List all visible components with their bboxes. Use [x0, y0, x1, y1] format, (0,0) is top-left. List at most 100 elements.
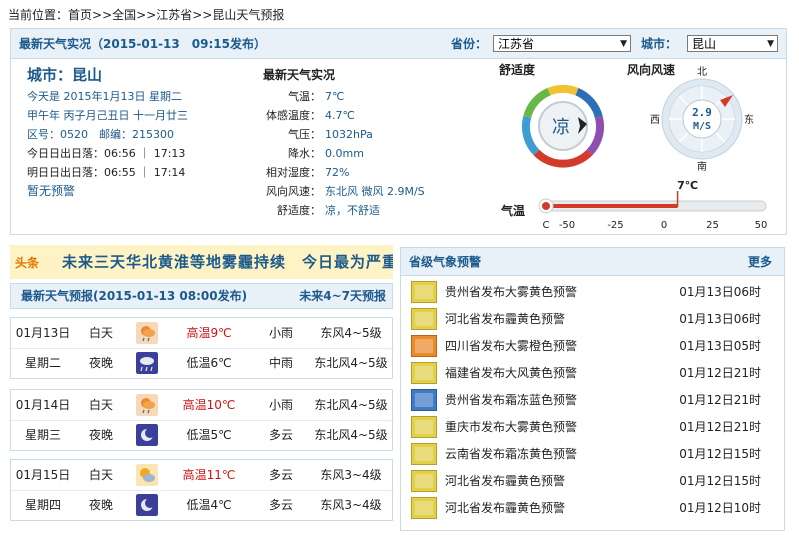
warning-signal-icon	[411, 389, 437, 411]
forecast-high-temp: 高温10℃	[182, 398, 236, 412]
headline-banner[interactable]: 头条 未来三天华北黄淮等地雾霾持续 今日最为严重	[10, 245, 393, 279]
warning-time: 01月12日10时	[679, 501, 761, 515]
temp-gauge-tick-label: 0	[661, 220, 667, 231]
forecast-day-row: 01月13日 白天 高温9℃ 小雨 东风4~5级	[11, 318, 392, 349]
cloudy-night-icon	[136, 494, 158, 516]
warning-text[interactable]: 河北省发布霾黄色预警	[445, 306, 565, 333]
warning-text[interactable]: 重庆市发布大雾黄色预警	[445, 414, 577, 441]
warning-time: 01月13日06时	[679, 285, 761, 299]
breadcrumb-home[interactable]: 首页	[68, 8, 92, 22]
breadcrumb-current: 昆山天气预报	[212, 8, 285, 22]
temp-gauge-label: 气温	[501, 204, 526, 218]
tomorrow-sunrise-sunset: 明日日出日落：06:55 ｜ 17:14	[27, 166, 186, 179]
warning-item[interactable]: 河北省发布霾黄色预警 01月12日10时	[409, 495, 777, 522]
forecast-weather: 小雨	[268, 398, 293, 412]
warning-signal-icon	[411, 470, 437, 492]
forecast-weather: 多云	[268, 468, 293, 482]
forecast-low-temp: 低温6℃	[186, 356, 232, 370]
warning-text[interactable]: 贵州省发布大雾黄色预警	[445, 279, 577, 306]
forecast-icon-cell	[127, 420, 167, 450]
wind-speed-unit: M/S	[693, 121, 711, 132]
warning-signal-icon	[411, 416, 437, 438]
compass-north: 北	[697, 66, 707, 78]
warning-item[interactable]: 贵州省发布大雾黄色预警 01月13日06时	[409, 279, 777, 306]
moderate-rain-icon	[136, 352, 158, 374]
current-weather-panel: 最新天气实况（2015-01-13 09:15发布） 省份： 江苏省 ▼ 城市：…	[10, 28, 787, 235]
temp-gauge-tick-label: 25	[706, 220, 719, 231]
province-select-value: 江苏省	[498, 37, 535, 51]
forecast-high-temp: 高温9℃	[186, 326, 232, 340]
warning-item[interactable]: 福建省发布大风黄色预警 01月12日21时	[409, 360, 777, 387]
forecast-4-7-day-link[interactable]: 未来4~7天预报	[299, 284, 386, 308]
no-warning-link[interactable]: 暂无预警	[27, 182, 267, 201]
forecast-weather: 多云	[268, 428, 293, 442]
forecast-icon-cell	[127, 348, 167, 378]
warning-signal-icon	[411, 443, 437, 465]
warning-text[interactable]: 四川省发布大雾橙色预警	[445, 333, 577, 360]
forecast-weather: 中雨	[268, 356, 293, 370]
breadcrumb-sep: >>	[136, 8, 157, 22]
warning-text[interactable]: 河北省发布霾黄色预警	[445, 468, 565, 495]
cloudy-night-icon	[136, 424, 158, 446]
warning-text[interactable]: 贵州省发布霜冻蓝色预警	[445, 387, 577, 414]
forecast-time-of-day: 白天	[88, 398, 113, 412]
forecast-day: 01月13日 白天 高温9℃ 小雨 东风4~5级 星期二 夜晚 低温6℃ 中雨 …	[10, 317, 393, 379]
forecast-wind: 东北风4~5级	[314, 428, 388, 442]
forecast-icon-cell	[127, 490, 167, 520]
warnings-title: 省级气象预警	[409, 255, 482, 269]
city-label: 城市：	[641, 37, 678, 51]
forecast-time-of-day: 夜晚	[88, 356, 113, 370]
temp-gauge-value-label: 7℃	[677, 179, 698, 192]
warning-text[interactable]: 河北省发布霾黄色预警	[445, 495, 565, 522]
warning-item[interactable]: 河北省发布霾黄色预警 01月13日06时	[409, 306, 777, 333]
temp-gauge-tick-label: -50	[559, 220, 575, 231]
breadcrumb: 当前位置：首页>>全国>>江苏省>>昆山天气预报	[8, 6, 284, 23]
warning-signal-icon	[411, 335, 437, 357]
breadcrumb-country[interactable]: 全国	[112, 8, 136, 22]
observation-key: 降水：	[288, 147, 321, 160]
warning-item[interactable]: 重庆市发布大雾黄色预警 01月12日21时	[409, 414, 777, 441]
forecast-icon-cell	[127, 390, 167, 420]
warning-time: 01月13日06时	[679, 312, 761, 326]
warning-item[interactable]: 贵州省发布霜冻蓝色预警 01月12日21时	[409, 387, 777, 414]
dropdown-arrow-icon: ▼	[620, 39, 627, 49]
breadcrumb-province[interactable]: 江苏省	[156, 8, 192, 22]
city-select[interactable]: 昆山 ▼	[687, 35, 778, 52]
forecast-time-of-day: 夜晚	[88, 428, 113, 442]
forecast-night-row: 星期二 夜晚 低温6℃ 中雨 东北风4~5级	[11, 348, 392, 378]
forecast-low-temp: 低温4℃	[186, 498, 232, 512]
observation-key: 气压：	[288, 128, 321, 141]
forecast-weekday: 星期四	[24, 498, 61, 512]
dropdown-arrow-icon: ▼	[767, 39, 774, 49]
more-warnings-link[interactable]: 更多	[748, 248, 772, 276]
warning-text[interactable]: 云南省发布霜冻黄色预警	[445, 441, 577, 468]
observation-value: 72%	[325, 166, 350, 179]
warning-item[interactable]: 云南省发布霜冻黄色预警 01月12日15时	[409, 441, 777, 468]
breadcrumb-sep: >>	[192, 8, 213, 22]
warning-signal-icon	[411, 308, 437, 330]
observation-value: 0.0mm	[325, 147, 364, 160]
warning-item[interactable]: 四川省发布大雾橙色预警 01月13日05时	[409, 333, 777, 360]
province-select[interactable]: 江苏省 ▼	[493, 35, 631, 52]
warning-text[interactable]: 福建省发布大风黄色预警	[445, 360, 577, 387]
partly-cloudy-icon	[136, 464, 158, 486]
light-rain-icon	[136, 322, 158, 344]
headline-text[interactable]: 未来三天华北黄淮等地雾霾持续 今日最为严重	[62, 251, 393, 272]
forecast-time-of-day: 白天	[88, 326, 113, 340]
temp-gauge-tick-label: 50	[755, 220, 768, 231]
observation-row: 气压： 1032hPa	[251, 125, 471, 144]
area-codes: 区号：0520 邮编：215300	[27, 128, 174, 141]
warning-time: 01月13日05时	[679, 339, 761, 353]
warning-item[interactable]: 河北省发布霾黄色预警 01月12日15时	[409, 468, 777, 495]
observation-row: 降水： 0.0mm	[251, 144, 471, 163]
breadcrumb-sep: >>	[92, 8, 113, 22]
forecast-wind: 东风3~4级	[320, 498, 382, 512]
headline-tag: 头条	[15, 256, 40, 270]
city-name: 城市：昆山	[27, 66, 103, 84]
forecast-weather: 多云	[268, 498, 293, 512]
warnings-header: 省级气象预警	[401, 248, 784, 276]
comfort-gauge-title: 舒适度	[499, 63, 536, 77]
compass-south: 南	[697, 160, 707, 173]
forecast-icon-cell	[127, 460, 167, 490]
temp-gauge-bulb-fill	[542, 202, 550, 210]
